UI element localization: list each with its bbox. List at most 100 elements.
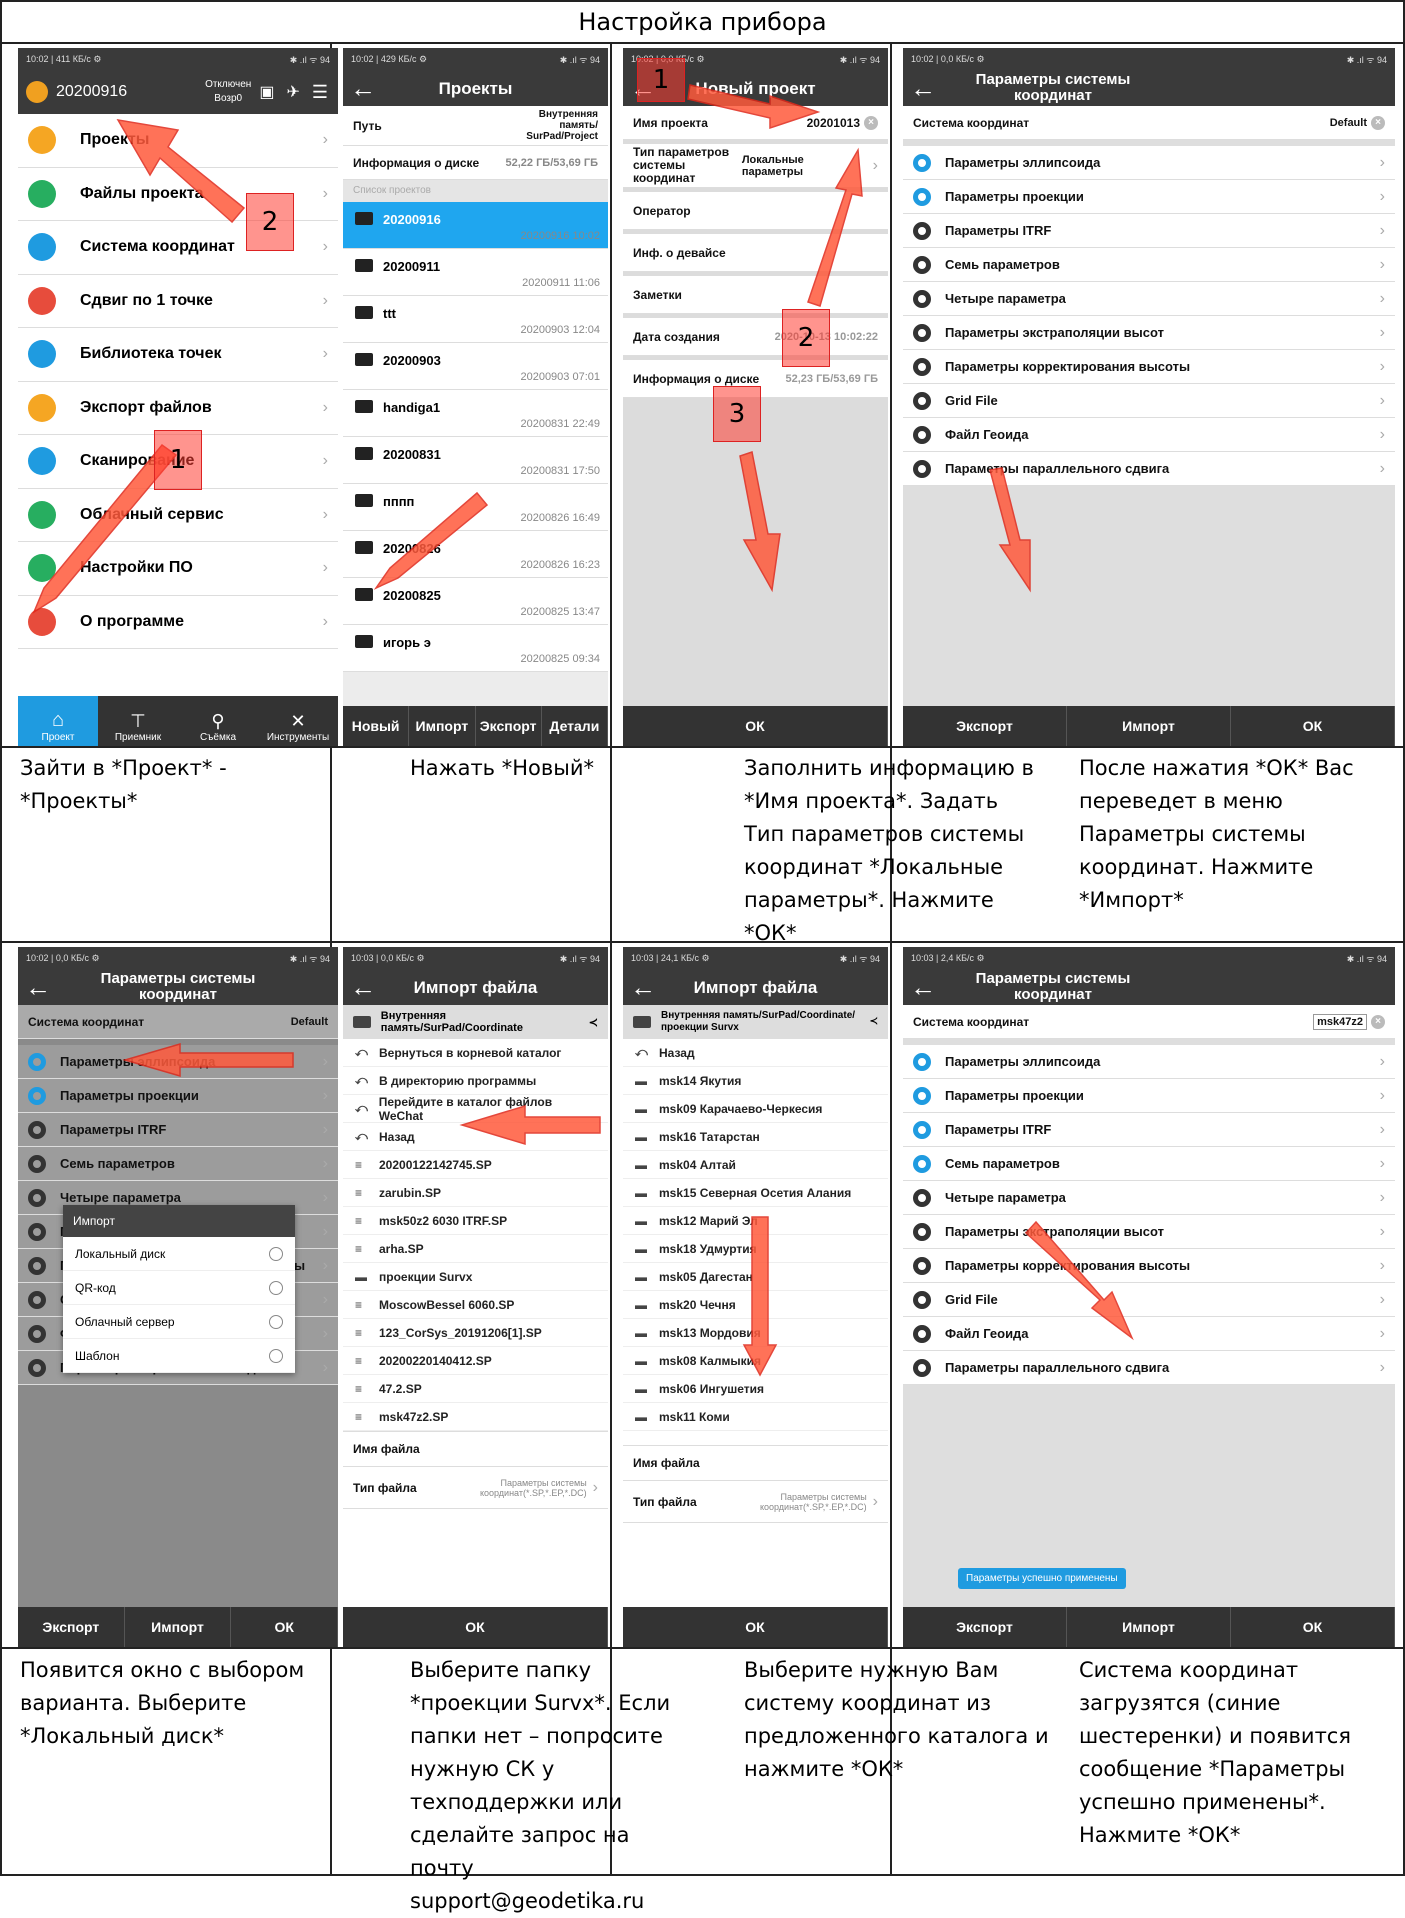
menu-item[interactable]: Сдвиг по 1 точке › [18, 274, 338, 328]
new-button[interactable]: Новый [343, 706, 410, 746]
menu-item[interactable]: Экспорт файлов › [18, 381, 338, 435]
notes-field[interactable]: Заметки [623, 276, 888, 314]
menu-item[interactable]: О программе › [18, 595, 338, 649]
cs-param-item[interactable]: Grid File › [903, 384, 1395, 418]
file-entry[interactable]: ▬ msk09 Карачаево-Черкесия [623, 1095, 888, 1123]
clear-icon[interactable]: × [1371, 1014, 1385, 1029]
file-entry[interactable]: ≡ 20200122142745.SP [343, 1151, 608, 1179]
file-entry[interactable]: ≡ MoscowBessel 6060.SP [343, 1291, 608, 1319]
cs-param-item[interactable]: Семь параметров › [903, 248, 1395, 282]
export-button[interactable]: Экспорт [476, 706, 542, 746]
project-name-field[interactable]: Имя проекта 20201013 × [623, 106, 888, 140]
cs-param-item[interactable]: Четыре параметра › [903, 1181, 1395, 1215]
project-row[interactable]: 20200831 20200831 17:50 [343, 437, 608, 484]
file-entry[interactable]: ≡ 20200220140412.SP [343, 1347, 608, 1375]
back-arrow-icon[interactable]: ← [623, 972, 663, 1003]
file-entry[interactable]: ⤺ В директорию программы [343, 1067, 608, 1095]
cs-param-item[interactable]: Четыре параметра › [903, 282, 1395, 316]
project-row[interactable]: handiga1 20200831 22:49 [343, 390, 608, 437]
file-entry[interactable]: ≡ 123_CorSys_20191206[1].SP [343, 1319, 608, 1347]
clear-icon[interactable]: × [864, 115, 878, 130]
project-row[interactable]: 20200911 20200911 11:06 [343, 249, 608, 296]
file-entry[interactable]: ≡ msk47z2.SP [343, 1403, 608, 1431]
file-entry[interactable]: ≡ zarubin.SP [343, 1179, 608, 1207]
satellite-icon[interactable]: ✈ [286, 82, 299, 102]
cs-row[interactable]: Система координат Default × [903, 106, 1395, 140]
details-button[interactable]: Детали [542, 706, 608, 746]
share-icon[interactable]: ≺ [870, 1016, 878, 1028]
project-row[interactable]: 20200903 20200903 07:01 [343, 343, 608, 390]
project-row[interactable]: 20200916 20200916 10:02 [343, 202, 608, 249]
file-entry[interactable]: ≡ arha.SP [343, 1235, 608, 1263]
file-entry[interactable]: ▬ msk04 Алтай [623, 1151, 888, 1179]
file-entry[interactable]: ≡ 47.2.SP [343, 1375, 608, 1403]
ok-button[interactable]: ОК [623, 1607, 888, 1647]
cs-param-item[interactable]: Параметры проекции › [903, 180, 1395, 214]
file-name-field[interactable]: Имя файла [343, 1431, 608, 1467]
file-type-row[interactable]: Тип файла Параметры системы координат(*.S… [623, 1481, 888, 1523]
file-entry[interactable]: ▬ msk13 Мордовия [623, 1319, 888, 1347]
back-arrow-icon[interactable]: ← [903, 73, 943, 104]
import-button[interactable]: Импорт [409, 706, 476, 746]
ok-button[interactable]: ОК [231, 1607, 338, 1647]
file-entry[interactable]: ⤺ Назад [343, 1123, 608, 1151]
cs-param-item[interactable]: Параметры эллипсоида › [18, 1045, 338, 1079]
file-entry[interactable]: ▬ проекции Survx [343, 1263, 608, 1291]
menu-item[interactable]: Настройки ПО › [18, 542, 338, 596]
cs-type-row[interactable]: Тип параметров системы координат Локальны… [623, 144, 888, 188]
file-entry[interactable]: ▬ msk11 Коми [623, 1403, 888, 1431]
cs-param-item[interactable]: Параметры ITRF › [903, 1113, 1395, 1147]
ok-button[interactable]: ОК [623, 706, 888, 746]
export-button[interactable]: Экспорт [18, 1607, 125, 1647]
cs-param-item[interactable]: Параметры проекции › [18, 1079, 338, 1113]
back-arrow-icon[interactable]: ← [343, 73, 383, 104]
file-entry[interactable]: ▬ msk15 Северная Осетия Алания [623, 1179, 888, 1207]
radio-button[interactable] [269, 1314, 283, 1329]
project-row[interactable]: ttt 20200903 12:04 [343, 296, 608, 343]
dialog-option[interactable]: Шаблон [63, 1339, 295, 1373]
path-row[interactable]: Путь Внутренняя память/ SurPad/Project [343, 106, 608, 146]
file-entry[interactable]: ▬ msk20 Чечня [623, 1291, 888, 1319]
file-entry[interactable]: ⤺ Назад [623, 1039, 888, 1067]
cs-param-item[interactable]: Параметры параллельного сдвига › [903, 1351, 1395, 1385]
back-arrow-icon[interactable]: ← [903, 972, 943, 1003]
cs-param-item[interactable]: Grid File › [903, 1283, 1395, 1317]
list-icon[interactable]: ☰ [312, 82, 328, 103]
dialog-option[interactable]: Локальный диск [63, 1237, 295, 1271]
cs-param-item[interactable]: Параметры ITRF › [903, 214, 1395, 248]
radio-button[interactable] [269, 1348, 283, 1363]
tab-project[interactable]: ⌂ Проект [18, 696, 98, 746]
file-entry[interactable]: ▬ msk12 Марий Эл [623, 1207, 888, 1235]
dialog-option[interactable]: Облачный сервер [63, 1305, 295, 1339]
project-row[interactable]: пппп 20200826 16:49 [343, 484, 608, 531]
project-row[interactable]: 20200826 20200826 16:23 [343, 531, 608, 578]
file-entry[interactable]: ▬ msk16 Татарстан [623, 1123, 888, 1151]
cs-param-item[interactable]: Параметры ITRF › [18, 1113, 338, 1147]
menu-item[interactable]: Библиотека точек › [18, 328, 338, 382]
cs-param-item[interactable]: Параметры корректирования высоты › [903, 350, 1395, 384]
project-row[interactable]: 20200825 20200825 13:47 [343, 578, 608, 625]
file-entry[interactable]: ⤺ Вернуться в корневой каталог [343, 1039, 608, 1067]
import-button[interactable]: Импорт [1067, 706, 1231, 746]
share-icon[interactable]: ≺ [589, 1016, 598, 1029]
cs-param-item[interactable]: Параметры параллельного сдвига › [903, 452, 1395, 486]
cs-param-item[interactable]: Параметры проекции › [903, 1079, 1395, 1113]
cs-param-item[interactable]: Параметры эллипсоида › [903, 1045, 1395, 1079]
cs-param-item[interactable]: Параметры эллипсоида › [903, 146, 1395, 180]
ok-button[interactable]: ОК [1231, 706, 1395, 746]
file-entry[interactable]: ▬ msk18 Удмуртия [623, 1235, 888, 1263]
cs-param-item[interactable]: Файл Геоида › [903, 418, 1395, 452]
file-entry[interactable]: ▬ msk06 Ингушетия [623, 1375, 888, 1403]
cs-param-item[interactable]: Файл Геоида › [903, 1317, 1395, 1351]
import-button[interactable]: Импорт [1067, 1607, 1231, 1647]
export-button[interactable]: Экспорт [903, 1607, 1067, 1647]
receiver-icon[interactable]: ▣ [259, 82, 274, 102]
back-arrow-icon[interactable]: ← [343, 972, 383, 1003]
cs-row[interactable]: Система координат msk47z2 × [903, 1005, 1395, 1039]
dialog-option[interactable]: QR-код [63, 1271, 295, 1305]
cs-param-item[interactable]: Семь параметров › [903, 1147, 1395, 1181]
back-arrow-icon[interactable]: ← [18, 972, 58, 1003]
menu-item[interactable]: Облачный сервис › [18, 488, 338, 542]
tab-receiver[interactable]: ⊤ Приемник [98, 696, 178, 746]
tab-survey[interactable]: ⚲ Съёмка [178, 696, 258, 746]
